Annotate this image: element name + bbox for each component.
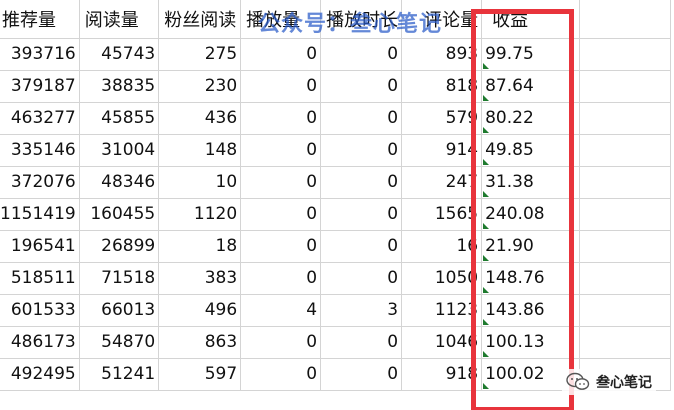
fan-reads-cell[interactable]: 863	[158, 326, 242, 359]
reads-cell[interactable]: 160455	[79, 198, 160, 231]
empty-cell[interactable]	[579, 326, 671, 359]
fan-reads-cell[interactable]: 496	[158, 294, 242, 327]
empty-cell[interactable]	[579, 102, 671, 135]
play-duration-cell[interactable]: 0	[320, 262, 403, 295]
reads-cell[interactable]: 26899	[79, 230, 160, 263]
empty-cell[interactable]	[579, 262, 671, 295]
comments-cell[interactable]: 16	[401, 230, 483, 263]
comments-cell[interactable]: 893	[401, 38, 483, 71]
reads-cell[interactable]: 48346	[79, 166, 160, 199]
plays-cell[interactable]: 0	[240, 262, 322, 295]
plays-cell[interactable]: 0	[240, 230, 322, 263]
comments-cell[interactable]: 918	[401, 358, 483, 391]
header-fan-reads[interactable]: 粉丝阅读	[158, 0, 242, 39]
play-duration-cell[interactable]: 0	[320, 102, 403, 135]
fan-reads-cell[interactable]: 10	[158, 166, 242, 199]
recommend-cell[interactable]: 601533	[0, 294, 80, 327]
recommend-cell[interactable]: 1151419	[0, 198, 80, 231]
comments-cell[interactable]: 914	[401, 134, 483, 167]
fan-reads-cell[interactable]: 230	[158, 70, 242, 103]
fan-reads-cell[interactable]: 436	[158, 102, 242, 135]
recommend-cell[interactable]: 335146	[0, 134, 80, 167]
brand-badge: 叁心笔记	[562, 369, 656, 395]
empty-cell[interactable]	[579, 230, 671, 263]
fan-reads-cell[interactable]: 597	[158, 358, 242, 391]
plays-cell[interactable]: 0	[240, 38, 322, 71]
play-duration-cell[interactable]: 0	[320, 358, 403, 391]
reads-cell[interactable]: 45743	[79, 38, 160, 71]
wechat-bubble-icon	[566, 372, 590, 390]
recommend-cell[interactable]: 492495	[0, 358, 80, 391]
reads-cell[interactable]: 71518	[79, 262, 160, 295]
watermark-text: 公众号：叁心笔记	[258, 12, 443, 37]
reads-cell[interactable]: 66013	[79, 294, 160, 327]
spreadsheet-view: 推荐量 阅读量 粉丝阅读 播放量 播放时长 评论量 收益 393716 45743…	[0, 0, 674, 410]
fan-reads-cell[interactable]: 383	[158, 262, 242, 295]
fan-reads-cell[interactable]: 148	[158, 134, 242, 167]
comments-cell[interactable]: 1050	[401, 262, 483, 295]
header-recommend[interactable]: 推荐量	[0, 0, 80, 39]
plays-cell[interactable]: 0	[240, 102, 322, 135]
plays-cell[interactable]: 0	[240, 70, 322, 103]
reads-cell[interactable]: 51241	[79, 358, 160, 391]
reads-cell[interactable]: 31004	[79, 134, 160, 167]
play-duration-cell[interactable]: 0	[320, 326, 403, 359]
comments-cell[interactable]: 579	[401, 102, 483, 135]
header-empty[interactable]	[579, 0, 671, 39]
recommend-cell[interactable]: 518511	[0, 262, 80, 295]
reads-cell[interactable]: 38835	[79, 70, 160, 103]
empty-cell[interactable]	[579, 294, 671, 327]
fan-reads-cell[interactable]: 275	[158, 38, 242, 71]
empty-cell[interactable]	[579, 166, 671, 199]
comments-cell[interactable]: 1565	[401, 198, 483, 231]
recommend-cell[interactable]: 372076	[0, 166, 80, 199]
plays-cell[interactable]: 0	[240, 166, 322, 199]
fan-reads-cell[interactable]: 1120	[158, 198, 242, 231]
play-duration-cell[interactable]: 3	[320, 294, 403, 327]
empty-cell[interactable]	[579, 198, 671, 231]
brand-name: 叁心笔记	[596, 375, 652, 391]
recommend-cell[interactable]: 486173	[0, 326, 80, 359]
plays-cell[interactable]: 0	[240, 358, 322, 391]
comments-cell[interactable]: 1123	[401, 294, 483, 327]
plays-cell[interactable]: 0	[240, 326, 322, 359]
empty-cell[interactable]	[579, 70, 671, 103]
recommend-cell[interactable]: 463277	[0, 102, 80, 135]
recommend-cell[interactable]: 393716	[0, 38, 80, 71]
recommend-cell[interactable]: 379187	[0, 70, 80, 103]
empty-cell[interactable]	[579, 38, 671, 71]
play-duration-cell[interactable]: 0	[320, 38, 403, 71]
comments-cell[interactable]: 1046	[401, 326, 483, 359]
fan-reads-cell[interactable]: 18	[158, 230, 242, 263]
play-duration-cell[interactable]: 0	[320, 198, 403, 231]
reads-cell[interactable]: 45855	[79, 102, 160, 135]
header-reads[interactable]: 阅读量	[79, 0, 160, 39]
play-duration-cell[interactable]: 0	[320, 166, 403, 199]
plays-cell[interactable]: 4	[240, 294, 322, 327]
plays-cell[interactable]: 0	[240, 134, 322, 167]
play-duration-cell[interactable]: 0	[320, 134, 403, 167]
comments-cell[interactable]: 818	[401, 70, 483, 103]
recommend-cell[interactable]: 196541	[0, 230, 80, 263]
comments-cell[interactable]: 247	[401, 166, 483, 199]
play-duration-cell[interactable]: 0	[320, 70, 403, 103]
income-highlight-box	[471, 9, 574, 410]
empty-cell[interactable]	[579, 134, 671, 167]
reads-cell[interactable]: 54870	[79, 326, 160, 359]
plays-cell[interactable]: 0	[240, 198, 322, 231]
play-duration-cell[interactable]: 0	[320, 230, 403, 263]
